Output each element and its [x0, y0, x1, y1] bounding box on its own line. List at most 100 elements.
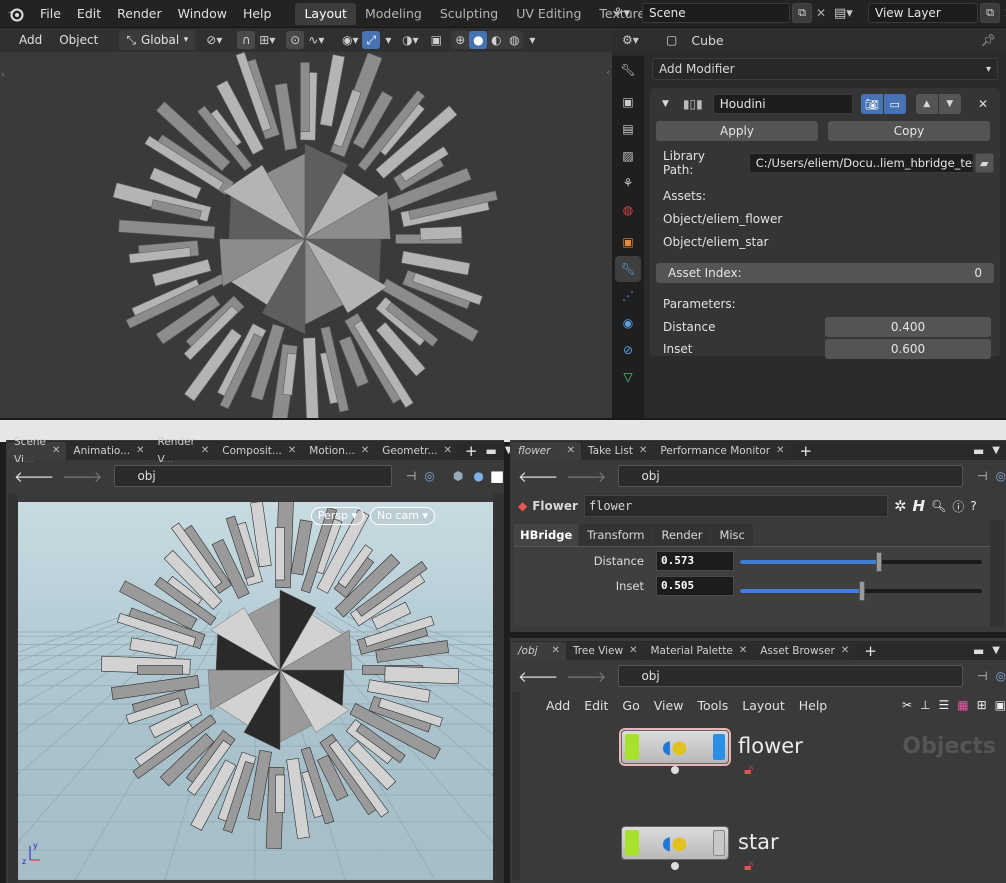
tree-icon[interactable]: ⊥ — [920, 698, 930, 712]
tab-animation[interactable]: Animatio... ✕ — [67, 441, 151, 460]
view-layer-tab-icon[interactable]: ▨ — [615, 143, 641, 169]
tool-tab-icon[interactable]: 🔧︎ — [615, 57, 641, 83]
close-icon[interactable]: ✕ — [288, 442, 296, 460]
orientation-dropdown[interactable]: ⤡ Global ▾ — [119, 30, 196, 50]
forward-arrow-icon[interactable]: 🡒 — [62, 467, 102, 486]
menu-help[interactable]: Help — [235, 1, 280, 27]
physics-tab-icon[interactable]: ◉ — [615, 310, 641, 336]
back-arrow-icon[interactable]: 🡐 — [14, 467, 54, 486]
scene-tab-icon[interactable]: ⚘ — [615, 170, 641, 196]
tab-asset-browser[interactable]: Asset Browser ✕ — [754, 641, 856, 660]
shading-solid-icon[interactable]: ● — [469, 31, 488, 49]
distance-field[interactable]: 0.400 — [825, 317, 991, 337]
output-tab-icon[interactable]: ▤ — [615, 116, 641, 142]
asset-index-field[interactable]: Asset Index: 0 — [656, 263, 994, 283]
add-modifier-dropdown[interactable]: Add Modifier ▾ — [652, 58, 998, 80]
tab-layout[interactable]: Layout — [295, 2, 356, 25]
display-options-icon[interactable]: ● — [473, 469, 483, 483]
selected-flag[interactable] — [713, 830, 725, 856]
tab-transform[interactable]: Transform — [579, 524, 653, 546]
close-icon[interactable]: ✕ — [739, 642, 747, 660]
snap-target-icon[interactable]: ⊞▾ — [258, 31, 276, 49]
forward-arrow-icon[interactable]: 🡒 — [566, 667, 606, 686]
menu-edit[interactable]: Edit — [69, 1, 109, 27]
collapse-arrow-icon[interactable]: ▼ — [662, 99, 669, 109]
view-layer-field[interactable]: View Layer — [868, 3, 978, 23]
scene-field[interactable]: Scene — [642, 3, 790, 23]
folder-icon[interactable]: ▰ — [974, 153, 994, 173]
inset-field[interactable]: 0.505 — [656, 576, 734, 596]
close-icon[interactable]: ✕ — [629, 642, 637, 660]
tab-misc[interactable]: Misc — [711, 524, 753, 546]
net-menu-go[interactable]: Go — [622, 698, 639, 713]
move-up-icon[interactable]: ▲ — [915, 94, 938, 114]
inset-slider[interactable] — [740, 581, 982, 601]
param-scrollbar[interactable] — [990, 520, 1004, 626]
close-view-layer-icon[interactable]: ✕ — [1000, 6, 1006, 20]
tab-flower[interactable]: flower ✕ — [512, 441, 581, 460]
tab-render-view[interactable]: Render V... ✕ — [151, 436, 216, 466]
gizmo-icon[interactable]: ⤢ — [362, 31, 381, 49]
tab-performance-monitor[interactable]: Performance Monitor ✕ — [654, 441, 791, 460]
search-icon[interactable]: 🔍︎ — [931, 499, 946, 513]
render-toggle-icon[interactable]: 📷︎ — [860, 94, 883, 114]
tab-uv-editing[interactable]: UV Editing — [507, 3, 590, 25]
tab-material-palette[interactable]: Material Palette ✕ — [644, 641, 754, 660]
data-tab-icon[interactable]: ▽ — [615, 364, 641, 390]
gear-icon[interactable]: ✲ — [894, 497, 907, 515]
pivot-icon[interactable]: ⊘▾ — [205, 31, 223, 49]
move-down-icon[interactable]: ▼ — [938, 94, 961, 114]
shading-cube-icon[interactable]: ⬢ — [453, 469, 463, 483]
net-menu-tools[interactable]: Tools — [697, 698, 728, 713]
blender-3d-viewport[interactable]: › ‹ — [0, 52, 612, 418]
back-arrow-icon[interactable]: 🡐 — [518, 667, 558, 686]
tools-icon[interactable]: ✂ — [902, 698, 912, 712]
pane-menu-icon[interactable]: ▼ — [992, 645, 1000, 656]
pin-icon[interactable]: 📌︎ — [981, 33, 996, 47]
close-icon[interactable]: ✕ — [201, 442, 209, 460]
flower-node-label[interactable]: flower — [738, 734, 803, 758]
close-icon[interactable]: ✕ — [552, 642, 560, 660]
tab-modeling[interactable]: Modeling — [356, 3, 431, 25]
close-icon[interactable]: ✕ — [567, 442, 575, 460]
star-node[interactable]: ◖● — [621, 826, 729, 860]
maximize-pane-icon[interactable]: ▬ — [973, 644, 984, 658]
pin-icon[interactable]: ⊣ — [977, 669, 987, 683]
overlay-icon[interactable]: ◑▾ — [401, 31, 419, 49]
path-field[interactable]: obj — [618, 665, 964, 687]
remove-modifier-icon[interactable]: ✕ — [978, 97, 988, 111]
falloff-icon[interactable]: ∿▾ — [307, 31, 325, 49]
apply-button[interactable]: Apply — [656, 121, 818, 141]
library-path-field[interactable]: C:/Users/eliem/Docu..liem_hbridge_test.h… — [748, 153, 974, 173]
pane-menu-icon[interactable]: ▼ — [992, 445, 1000, 456]
proportional-edit-icon[interactable]: ⊙ — [286, 31, 305, 49]
close-icon[interactable]: ✕ — [52, 442, 60, 460]
menu-render[interactable]: Render — [109, 1, 170, 27]
tab-hbridge[interactable]: HBridge — [514, 524, 579, 546]
pin-icon[interactable]: ⊣ — [977, 469, 987, 483]
object-menu-button[interactable]: Object — [52, 30, 105, 50]
menu-file[interactable]: File — [32, 1, 69, 27]
modifier-name-field[interactable]: Houdini — [712, 94, 853, 114]
tab-scene-view[interactable]: Scene Vi... ✕ — [8, 436, 67, 466]
add-tab-icon[interactable]: + — [864, 642, 877, 660]
forward-arrow-icon[interactable]: 🡒 — [566, 467, 606, 486]
tab-geometry[interactable]: Geometr... ✕ — [376, 441, 458, 460]
render-tab-icon[interactable]: ▣ — [615, 89, 641, 115]
net-menu-view[interactable]: View — [654, 698, 684, 713]
star-node-label[interactable]: star — [738, 830, 779, 854]
close-icon[interactable]: ✕ — [776, 442, 784, 460]
shading-rendered-icon[interactable]: ◍ — [505, 31, 523, 49]
tab-tree-view[interactable]: Tree View ✕ — [566, 641, 644, 660]
editor-type-icon[interactable]: ⚙▾ — [622, 33, 654, 47]
display-flag[interactable] — [625, 830, 639, 856]
layout-icon[interactable]: ▣ — [995, 698, 1006, 712]
close-icon[interactable]: ✕ — [443, 442, 451, 460]
menu-window[interactable]: Window — [170, 1, 235, 27]
world-tab-icon[interactable]: ◍ — [615, 197, 641, 223]
info-icon[interactable]: ⓘ — [952, 498, 964, 515]
add-menu-button[interactable]: Add — [12, 30, 49, 50]
add-tab-icon[interactable]: + — [465, 442, 478, 460]
close-icon[interactable]: ✕ — [639, 442, 647, 460]
shading-options-icon[interactable]: ▾ — [526, 31, 538, 49]
